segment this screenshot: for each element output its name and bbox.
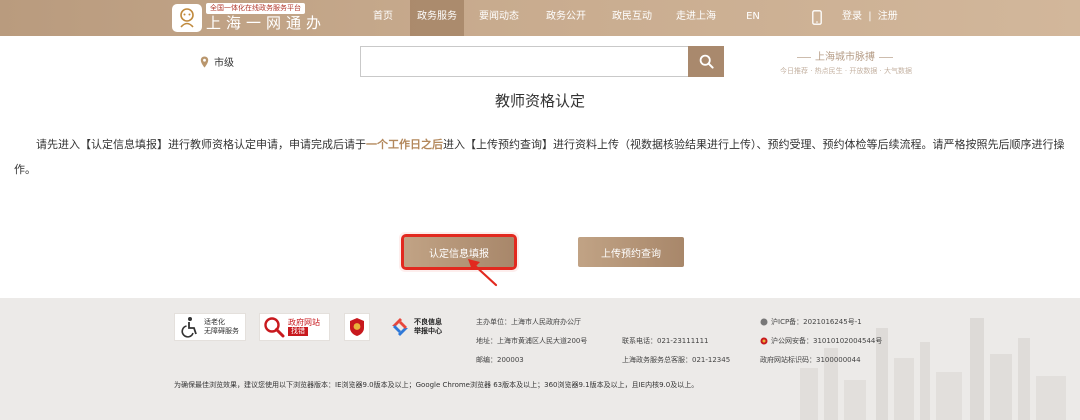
logo-icon[interactable]: [172, 4, 202, 32]
instruction-part-1: 请先进入【认定信息填报】进行教师资格认定申请，申请完成后请于: [36, 138, 366, 151]
footer-service-phone: 上海政务服务总客服：021-12345: [622, 356, 731, 364]
nav-english[interactable]: EN: [738, 0, 768, 36]
logo-slogan: 全国一体化在线政务服务平台: [206, 3, 305, 14]
magnifier-icon: [264, 317, 285, 338]
gov-badge-line-2: 找错: [288, 327, 308, 336]
nav-interaction[interactable]: 政民互动: [604, 0, 660, 36]
upload-appointment-button[interactable]: 上传预约查询: [578, 237, 684, 267]
footer-police[interactable]: 沪公网安备：31010102004544号: [760, 336, 882, 346]
register-link[interactable]: 注册: [878, 11, 898, 22]
party-gov-badge[interactable]: [344, 313, 370, 341]
instruction-highlight: 一个工作日之后: [366, 138, 443, 151]
report-center-icon: [392, 318, 408, 336]
footer-postcode: 邮编：200003: [476, 356, 524, 364]
auth-separator: |: [868, 11, 872, 22]
red-arrow-annotation: [468, 259, 498, 287]
location-label: 市级: [214, 58, 234, 69]
page: 全国一体化在线政务服务平台 上海一网通办 首页 政务服务 要闻动态 政务公开 政…: [0, 0, 1080, 420]
mobile-phone-icon[interactable]: [812, 10, 822, 29]
city-pulse-subtitle: 今日推荐 · 热点民生 · 开放数据 · 大气数据: [779, 67, 913, 75]
elderly-badge-line-2: 无障碍服务: [204, 327, 239, 335]
elderly-badge-line-1: 适老化: [204, 318, 225, 326]
nav-gov-service[interactable]: 政务服务: [410, 0, 464, 36]
top-nav-bar: 全国一体化在线政务服务平台 上海一网通办 首页 政务服务 要闻动态 政务公开 政…: [0, 0, 1080, 36]
browser-recommendation: 为确保最佳浏览效果，建议您使用以下浏览器版本：IE浏览器9.0版本及以上；Goo…: [174, 381, 699, 389]
footer-address: 地址：上海市黄浦区人民大道200号: [476, 337, 588, 345]
wheelchair-icon: [181, 317, 197, 338]
nav-home[interactable]: 首页: [362, 0, 404, 36]
footer-icp-text: 沪ICP备：2021016245号-1: [771, 318, 862, 326]
nav-about-shanghai[interactable]: 走进上海: [668, 0, 724, 36]
illegal-info-report-badge[interactable]: 不良信息 举报中心: [389, 313, 461, 341]
logo-title[interactable]: 上海一网通办: [206, 14, 326, 32]
elderly-accessibility-badge[interactable]: 适老化 无障碍服务: [174, 313, 246, 341]
gov-site-error-report-badge[interactable]: 政府网站 找错: [259, 313, 330, 341]
report-badge-line-1: 不良信息: [414, 318, 442, 326]
location-selector[interactable]: 市级: [200, 54, 234, 69]
search-input[interactable]: [360, 46, 688, 77]
search-icon: [699, 54, 714, 69]
national-emblem-icon: [350, 318, 364, 336]
footer-sponsor: 主办单位：上海市人民政府办公厅: [476, 318, 581, 326]
icp-icon: [760, 318, 768, 326]
police-badge-icon: [760, 337, 768, 345]
login-link[interactable]: 登录: [842, 11, 862, 22]
footer-icp[interactable]: 沪ICP备：2021016245号-1: [760, 317, 862, 327]
page-title: 教师资格认定: [494, 92, 585, 110]
footer-site-code: 政府网站标识码：3100000044: [760, 356, 861, 364]
city-pulse-title[interactable]: 上海城市脉搏: [770, 48, 920, 63]
search-button[interactable]: [688, 46, 724, 77]
report-badge-line-2: 举报中心: [414, 327, 442, 335]
auth-links: 登录 | 注册: [842, 0, 898, 34]
nav-news[interactable]: 要闻动态: [470, 0, 528, 36]
footer-phone: 联系电话：021-23111111: [622, 337, 709, 345]
location-pin-icon: [200, 56, 209, 67]
instruction-text: 请先进入【认定信息填报】进行教师资格认定申请，申请完成后请于一个工作日之后进入【…: [14, 132, 1072, 182]
gov-badge-line-1: 政府网站: [288, 318, 320, 327]
nav-gov-open[interactable]: 政务公开: [538, 0, 594, 36]
footer-police-text: 沪公网安备：31010102004544号: [771, 337, 883, 345]
